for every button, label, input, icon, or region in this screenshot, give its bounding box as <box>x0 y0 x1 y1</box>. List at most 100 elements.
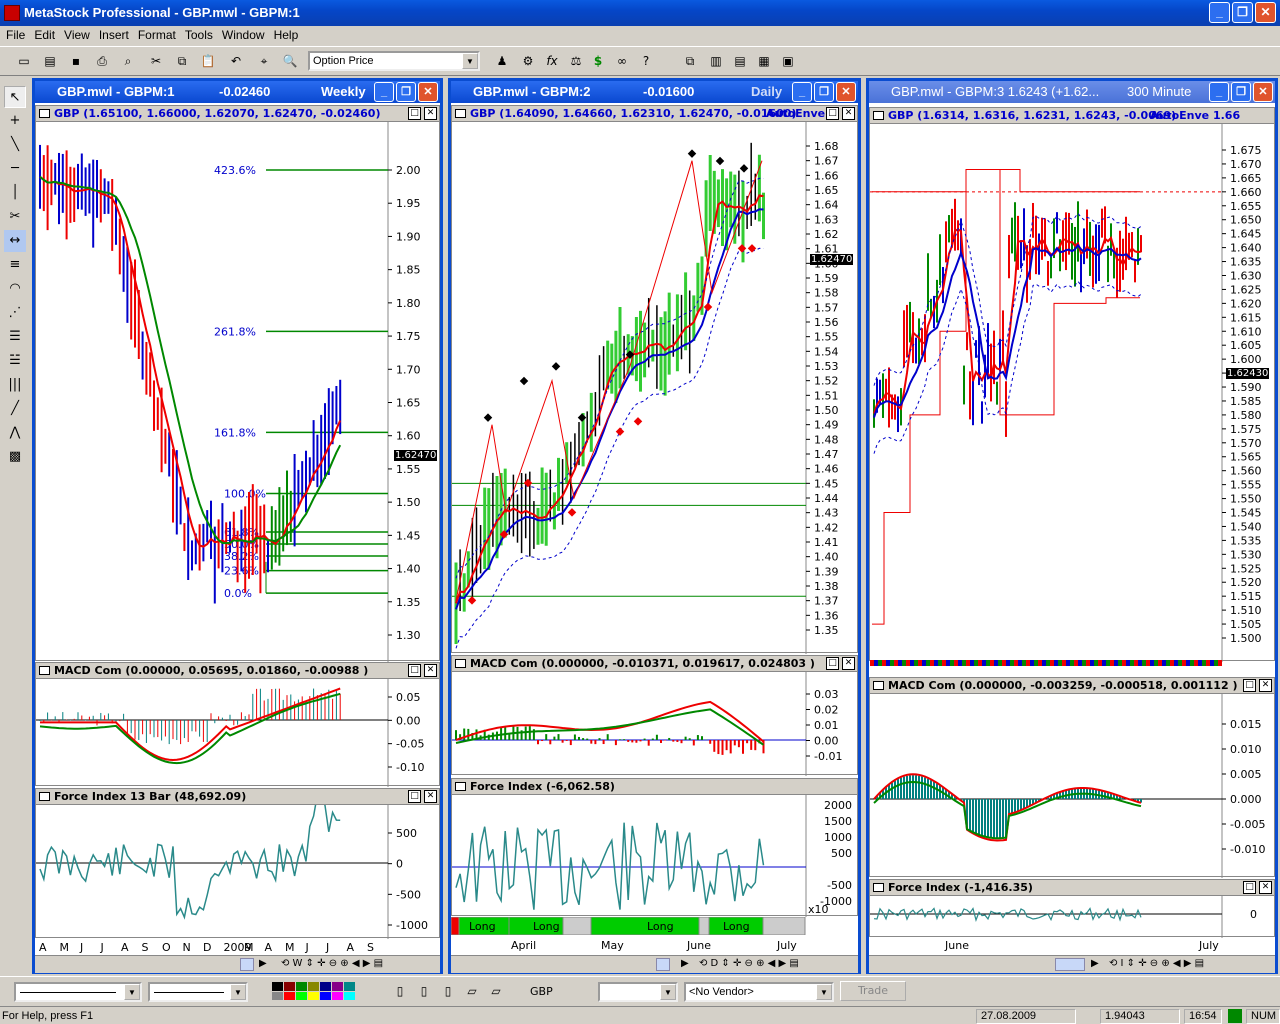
menu-help[interactable]: Help <box>272 26 306 44</box>
double-arrow-icon[interactable]: ↔ <box>4 230 26 252</box>
force-chart[interactable]: 500 0 -500 -1000 <box>36 805 441 939</box>
delete-tool-icon[interactable]: ✂ <box>4 206 26 228</box>
menu-edit[interactable]: Edit <box>32 26 62 44</box>
macd-pane[interactable]: MACD Com (0.000000, -0.010371, 0.019617,… <box>451 655 859 776</box>
menu-format[interactable]: Format <box>136 26 183 44</box>
window-maximize-button[interactable]: ❐ <box>396 82 416 102</box>
layout-icon[interactable]: ▣ <box>778 51 798 71</box>
grid-tool-icon[interactable]: ▩ <box>4 446 26 468</box>
macd-pane[interactable]: MACD Com (0.000000, -0.003259, -0.000518… <box>869 677 1276 878</box>
copy-icon[interactable]: ⧉ <box>172 51 192 71</box>
chart-window-300min[interactable]: GBP.mwl - GBPM:3 1.6243 (+1.62... 300 Mi… <box>866 78 1278 974</box>
macd-chart[interactable]: 0.03 0.02 0.01 0.00 -0.01 <box>452 672 859 776</box>
price-pane[interactable]: GBP (1.65100, 1.66000, 1.62070, 1.62470,… <box>35 105 441 662</box>
menu-tools[interactable]: Tools <box>183 26 220 44</box>
price-chart[interactable]: 2.00 1.95 1.90 1.85 1.80 1.75 1.70 1.65 1.60 1.55… <box>36 122 441 662</box>
formula-icon[interactable]: fx <box>542 51 562 71</box>
macd-chart[interactable]: 0.015 0.010 0.005 0.000 -0.005 -0.010 <box>870 694 1276 878</box>
dollar-icon[interactable]: $ <box>588 51 608 71</box>
tile-grid-icon[interactable]: ▦ <box>754 51 774 71</box>
crosshair-icon[interactable]: ⌖ <box>254 51 274 71</box>
menu-window[interactable]: Window <box>220 26 272 44</box>
pane-close-button[interactable]: ✕ <box>424 790 437 803</box>
new-file-icon[interactable]: ▭ <box>14 51 34 71</box>
security-icon-3[interactable]: ▯ <box>438 981 458 1001</box>
pane-close-button[interactable]: ✕ <box>424 107 437 120</box>
window-maximize-button[interactable]: ❐ <box>1231 82 1251 102</box>
pointer-icon[interactable]: ↖ <box>4 86 26 108</box>
window-minimize-button[interactable]: _ <box>374 82 394 102</box>
menu-view[interactable]: View <box>62 26 97 44</box>
window-close-button[interactable]: ✕ <box>836 82 856 102</box>
close-button[interactable]: ✕ <box>1255 2 1276 23</box>
pane-close-button[interactable]: ✕ <box>1259 679 1272 692</box>
vertical-line-icon[interactable]: │ <box>4 182 26 204</box>
window-minimize-button[interactable]: _ <box>1209 82 1229 102</box>
scroll-right-icon[interactable]: ▶ <box>1091 958 1099 969</box>
tile-horizontal-icon[interactable]: ▤ <box>730 51 750 71</box>
fib-ext-icon[interactable]: ☱ <box>4 350 26 372</box>
zoom-icon[interactable]: 🔍 <box>280 51 300 71</box>
pane-maximize-button[interactable]: □ <box>408 107 421 120</box>
scroll-right-icon[interactable]: ▶ <box>681 958 689 969</box>
horizontal-line-icon[interactable]: ─ <box>4 158 26 180</box>
arc-icon[interactable]: ◠ <box>4 278 26 300</box>
price-pane[interactable]: GBP (1.6314, 1.6316, 1.6231, 1.6243, -0.… <box>869 107 1276 666</box>
fib-retracement-icon[interactable]: ☰ <box>4 326 26 348</box>
pane-maximize-button[interactable]: □ <box>408 790 421 803</box>
trade-button[interactable]: Trade <box>840 981 906 1001</box>
chart-window-titlebar[interactable]: GBP.mwl - GBPM:3 1.6243 (+1.62... 300 Mi… <box>869 81 1275 103</box>
print-preview-icon[interactable]: ⌕ <box>118 51 138 71</box>
security-icon-2[interactable]: ▯ <box>414 981 434 1001</box>
undo-icon[interactable]: ↶ <box>226 51 246 71</box>
price-chart[interactable]: 1.6751.6701.6651.6601.6551.6501.6451.640… <box>870 124 1276 662</box>
minimize-button[interactable]: _ <box>1209 2 1230 23</box>
security-icon-1[interactable]: ▯ <box>390 981 410 1001</box>
cut-icon[interactable]: ✂ <box>146 51 166 71</box>
tools-icon[interactable]: ⟲ D ⇕ ✛ ⊖ ⊕ ◀ ▶ ▤ <box>699 958 799 969</box>
scroll-thumb[interactable] <box>656 958 670 971</box>
force-index-pane[interactable]: Force Index 13 Bar (48,692.09) □ ✕ 500 0 -… <box>35 788 441 939</box>
force-chart[interactable]: 200015001000500-500-1000x10 <box>452 795 859 917</box>
color-palette[interactable] <box>272 982 356 1000</box>
force-chart[interactable]: 0 <box>870 896 1276 938</box>
chart-window-titlebar[interactable]: GBP.mwl - GBPM:2 -0.01600 Daily _ ❐ ✕ <box>451 81 858 103</box>
security-icon-5[interactable]: ▱ <box>486 981 506 1001</box>
pane-close-button[interactable]: ✕ <box>842 657 855 670</box>
force-index-pane[interactable]: Force Index (-1,416.35) □ ✕ 0 <box>869 879 1276 938</box>
line-style-select[interactable]: ▼ <box>14 982 142 1002</box>
price-chart[interactable]: 1.681.671.661.651.641.631.621.611.601.59… <box>452 122 859 654</box>
trendline-icon[interactable]: ╲ <box>4 134 26 156</box>
chart-window-weekly[interactable]: GBP.mwl - GBPM:1 -0.02460 Weekly _ ❐ ✕ G… <box>32 78 443 974</box>
pane-maximize-button[interactable]: □ <box>826 107 839 120</box>
system-tester-icon[interactable]: ⚖ <box>566 51 586 71</box>
maximize-button[interactable]: ❐ <box>1232 2 1253 23</box>
expert-icon[interactable]: ♟ <box>492 51 512 71</box>
save-icon[interactable]: ▪ <box>66 51 86 71</box>
option-price-select[interactable]: Option Price ▼ <box>308 51 480 71</box>
fib-fan-icon[interactable]: ⋰ <box>4 302 26 324</box>
window-close-button[interactable]: ✕ <box>418 82 438 102</box>
window-close-button[interactable]: ✕ <box>1253 82 1273 102</box>
scroll-thumb[interactable] <box>240 958 254 971</box>
pane-close-button[interactable]: ✕ <box>1259 881 1272 894</box>
menu-file[interactable]: File <box>4 26 32 44</box>
horizontal-scrollbar[interactable]: ▶ ⟲ I ⇕ ✛ ⊖ ⊕ ◀ ▶ ▤ <box>869 955 1275 973</box>
pane-maximize-button[interactable]: □ <box>826 657 839 670</box>
cycle-lines-icon[interactable]: ||| <box>4 374 26 396</box>
window-maximize-button[interactable]: ❐ <box>814 82 834 102</box>
pane-close-button[interactable]: ✕ <box>842 107 855 120</box>
tools-icon[interactable]: ⟲ W ⇕ ✛ ⊖ ⊕ ◀ ▶ ▤ <box>281 958 383 969</box>
macd-chart[interactable]: 0.05 0.00 -0.05 -0.10 <box>36 679 441 787</box>
macd-pane[interactable]: MACD Com (0.00000, 0.05695, 0.01860, -0.… <box>35 662 441 787</box>
gann-fan-icon[interactable]: ⋀ <box>4 422 26 444</box>
help-pointer-icon[interactable]: ? <box>636 51 656 71</box>
pane-close-button[interactable]: ✕ <box>424 664 437 677</box>
print-icon[interactable]: ⎙ <box>92 51 112 71</box>
line-weight-select[interactable]: ▼ <box>148 982 248 1002</box>
crosshair-tool-icon[interactable]: + <box>4 110 26 132</box>
tools-icon[interactable]: ⟲ I ⇕ ✛ ⊖ ⊕ ◀ ▶ ▤ <box>1109 958 1204 969</box>
horizontal-scrollbar[interactable]: ▶ ⟲ D ⇕ ✛ ⊖ ⊕ ◀ ▶ ▤ <box>451 955 858 973</box>
explorer-icon[interactable]: ⚙ <box>518 51 538 71</box>
chart-window-titlebar[interactable]: GBP.mwl - GBPM:1 -0.02460 Weekly _ ❐ ✕ <box>35 81 440 103</box>
